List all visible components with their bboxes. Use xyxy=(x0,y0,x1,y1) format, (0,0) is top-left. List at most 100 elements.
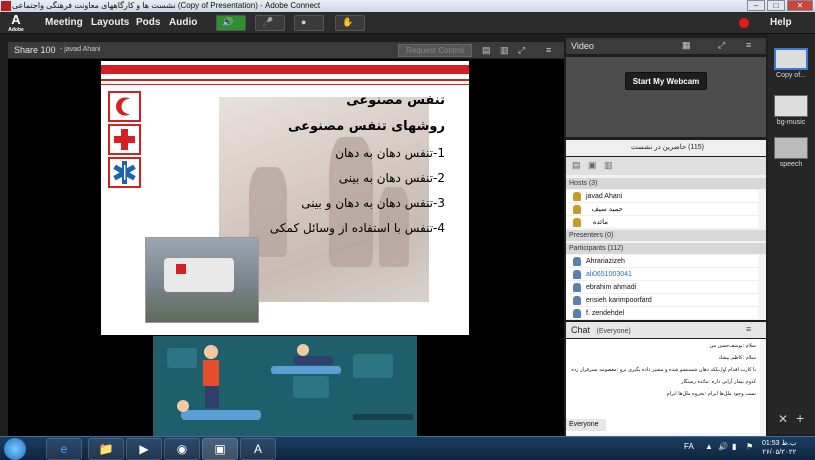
clock[interactable]: 01:53 ب.ظ ۲۶/۰۵/۲۰۲۲ xyxy=(762,439,796,457)
participants-group[interactable]: Participants (112) xyxy=(566,243,766,254)
cpr-illustration xyxy=(153,336,417,436)
flag-icon[interactable]: ⚑ xyxy=(746,442,753,451)
volume-icon[interactable]: 🔊 xyxy=(718,442,728,451)
maximize-button[interactable]: □ xyxy=(767,0,785,11)
video-pod-header: Video ▦ ⤢ ≡ xyxy=(566,38,766,55)
menu-meeting[interactable]: Meeting xyxy=(45,17,83,28)
speaker-icon: 🔊 xyxy=(222,17,234,27)
help-menu[interactable]: Help xyxy=(770,17,792,28)
webcam-icon: ● xyxy=(301,17,307,27)
close-layouts-icon[interactable]: ✕ xyxy=(778,412,788,426)
pod-menu-icon[interactable]: ≡ xyxy=(746,40,751,50)
microphone-button[interactable]: 🎤 xyxy=(255,15,285,31)
right-column: Video ▦ ⤢ ≡ Start My Webcam (115) حاضرین… xyxy=(566,34,766,458)
chat-message: سلام :کاظم پیشاد xyxy=(718,355,756,361)
minimize-button[interactable]: – xyxy=(747,0,765,11)
menu-pods[interactable]: Pods xyxy=(136,17,160,28)
pod-menu-icon[interactable]: ≡ xyxy=(746,324,751,334)
status-view-icon[interactable]: ▥ xyxy=(604,160,613,171)
attendee-row[interactable]: javad Ahani xyxy=(566,190,758,203)
video-pod-title: Video xyxy=(571,41,594,51)
chat-message: سلام :یوسف‌حسن من xyxy=(709,343,756,349)
adobe-connect-icon: A xyxy=(253,442,262,456)
presenter-name: - javad Ahani xyxy=(60,46,101,53)
breakout-icon[interactable]: ▣ xyxy=(588,160,597,171)
language-indicator[interactable]: FA xyxy=(684,442,694,451)
slide-subtitle: روشهای تنفس مصنوعی xyxy=(287,119,445,134)
chat-audience: (Everyone) xyxy=(596,328,631,335)
slide-item-2: 2-تنفس دهان به بینی xyxy=(338,171,445,185)
video-area: Start My Webcam xyxy=(566,57,766,137)
ie-icon: e xyxy=(60,442,68,456)
raise-hand-button[interactable]: ✋ xyxy=(335,15,365,31)
chat-pod-title: Chat xyxy=(571,325,591,335)
user-icon xyxy=(573,257,581,266)
record-indicator[interactable] xyxy=(739,18,749,28)
chrome-taskbar-button[interactable]: ◉ xyxy=(164,438,200,460)
attendees-count-title: (115) حاضرین در نشست xyxy=(630,144,704,151)
attendee-row[interactable]: ebrahim ahmadi xyxy=(566,281,758,294)
attendee-row[interactable]: Ahrariazizeh xyxy=(566,255,758,268)
chat-message: نسب وجود ملل‌ها ابرام :بخروه ملل‌ها ابرا… xyxy=(666,391,756,397)
slide-divider-thin xyxy=(101,84,469,85)
taskbar: e 📁 ▶ ◉ ▣ A FA ▲ 🔊 ▮ ⚑ 01:53 ب.ظ ۲۶/۰۵/۲… xyxy=(0,436,815,460)
add-layout-icon[interactable]: + xyxy=(796,410,804,426)
host-icon xyxy=(573,205,581,214)
layout-toggle-icon[interactable]: ▤ xyxy=(482,45,491,56)
attendee-row[interactable]: مائده رستگار xyxy=(566,216,758,239)
adobe-connect-icon: ▣ xyxy=(214,442,226,456)
attendees-toolbar: ▤ ▣ ▥ xyxy=(566,157,766,175)
list-view-icon[interactable]: ▤ xyxy=(572,160,581,171)
layout-bg-music[interactable]: bg-music xyxy=(774,95,808,126)
hosts-group[interactable]: Hosts (3) xyxy=(566,178,766,189)
host-icon xyxy=(573,218,581,227)
attendee-row[interactable]: f. zendehdel xyxy=(566,307,758,320)
media-player-icon: ▶ xyxy=(139,442,149,456)
webcam-button[interactable]: ● xyxy=(294,15,324,31)
attendee-row[interactable]: حمید سیف الهی مقدم xyxy=(566,203,758,226)
pod-menu-icon[interactable]: ≡ xyxy=(546,45,551,55)
chat-tab-everyone[interactable]: Everyone xyxy=(566,419,606,431)
attendee-row[interactable]: ensieh karimpoorfard xyxy=(566,294,758,307)
user-icon xyxy=(573,283,581,292)
menu-layouts[interactable]: Layouts xyxy=(91,17,129,28)
chat-message: کدوم بیمار آرایی داره :مائده رستگار xyxy=(681,379,756,385)
attendees-pod: (115) حاضرین در نشست ▤ ▣ ▥ Hosts (3) jav… xyxy=(566,140,766,320)
ie-taskbar-button[interactable]: e xyxy=(46,438,82,460)
layout-toggle2-icon[interactable]: ▥ xyxy=(500,45,509,56)
clock-time: 01:53 ب.ظ xyxy=(762,440,797,447)
share-pod-header: Share 100 - javad Ahani Request Control … xyxy=(8,42,564,59)
menu-bar: A Adobe Meeting Layouts Pods Audio 🔊 🎤 ● … xyxy=(0,12,815,34)
layout-speech[interactable]: speech xyxy=(774,137,808,168)
grid-view-icon[interactable]: ▦ xyxy=(682,40,691,51)
user-icon xyxy=(573,296,581,305)
explorer-taskbar-button[interactable]: 📁 xyxy=(88,438,124,460)
presentation-slide: تنفس مصنوعی روشهای تنفس مصنوعی 1-تنفس ده… xyxy=(101,61,469,335)
start-webcam-button[interactable]: Start My Webcam xyxy=(625,72,707,90)
close-button[interactable]: ✕ xyxy=(787,0,813,11)
start-button[interactable] xyxy=(4,438,26,460)
layout-copy-of[interactable]: Copy of... xyxy=(774,48,808,79)
fullscreen-icon[interactable]: ⤢ xyxy=(518,45,525,56)
adobe-logo: A Adobe xyxy=(8,12,24,34)
speaker-button[interactable]: 🔊 xyxy=(216,15,246,31)
tray-arrow-icon[interactable]: ▲ xyxy=(705,442,713,451)
attendee-row[interactable]: ali0651003041 xyxy=(566,268,758,281)
media-taskbar-button[interactable]: ▶ xyxy=(126,438,162,460)
network-icon[interactable]: ▮ xyxy=(732,442,736,451)
host-icon xyxy=(573,192,581,201)
connect2-taskbar-button[interactable]: A xyxy=(240,438,276,460)
slide-item-1: 1-تنفس دهان به دهان xyxy=(335,146,445,160)
request-control-button[interactable]: Request Control xyxy=(398,44,472,57)
microphone-icon: 🎤 xyxy=(262,17,274,27)
menu-audio[interactable]: Audio xyxy=(169,17,197,28)
slide-red-band xyxy=(101,65,469,74)
app-icon xyxy=(1,1,11,11)
presenters-group[interactable]: Presenters (0) xyxy=(566,230,766,241)
share-pod-title: Share 100 xyxy=(14,45,56,55)
fullscreen-icon[interactable]: ⤢ xyxy=(718,40,725,51)
connect-taskbar-button[interactable]: ▣ xyxy=(202,438,238,460)
slide-item-4: 4-تنفس با استفاده از وسائل کمکی xyxy=(269,221,445,235)
slide-divider xyxy=(101,79,469,81)
chrome-icon: ◉ xyxy=(176,442,188,456)
